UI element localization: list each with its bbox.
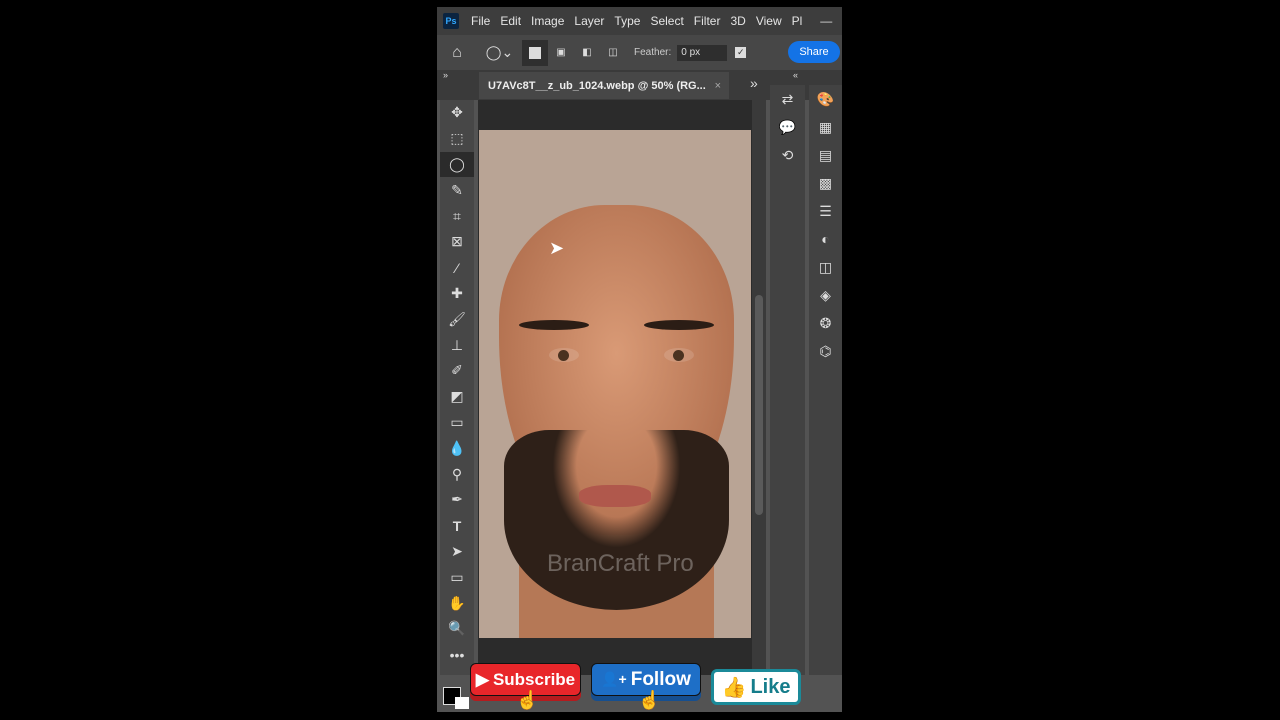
zoom-tool-icon[interactable]: 🔍 xyxy=(440,616,474,642)
blur-tool-icon[interactable]: 💧 xyxy=(440,435,474,461)
paths-icon[interactable]: ⌬ xyxy=(809,337,842,365)
menu-layer[interactable]: Layer xyxy=(574,14,604,28)
menu-bar: Ps File Edit Image Layer Type Select Fil… xyxy=(437,7,842,35)
photoshop-window: Ps File Edit Image Layer Type Select Fil… xyxy=(437,7,842,712)
menu-filter[interactable]: Filter xyxy=(694,14,721,28)
feather-input[interactable]: 0 px xyxy=(677,44,728,61)
thumbs-up-icon: 👍 xyxy=(721,676,747,699)
panel-dock-left: ⇄ 💬 ⟲ xyxy=(770,85,805,675)
menu-3d[interactable]: 3D xyxy=(730,14,745,28)
menu-select[interactable]: Select xyxy=(650,14,683,28)
adjust-icon[interactable]: ⇄ xyxy=(770,85,805,113)
crop-tool-icon[interactable]: ⌗ xyxy=(440,203,474,229)
close-tab-icon[interactable]: × xyxy=(715,80,721,92)
subtract-selection-icon[interactable]: ◧ xyxy=(574,47,600,58)
left-eye xyxy=(549,348,579,362)
anti-alias-checkbox[interactable]: ✓ xyxy=(735,47,747,58)
background-color-swatch[interactable] xyxy=(455,697,469,709)
canvas-area[interactable]: BranCraft Pro ➤ xyxy=(478,100,766,675)
healing-tool-icon[interactable]: ✚ xyxy=(440,281,474,307)
comments-icon[interactable]: 💬 xyxy=(770,113,805,141)
menu-file[interactable]: File xyxy=(471,14,490,28)
menu-image[interactable]: Image xyxy=(531,14,564,28)
menu-edit[interactable]: Edit xyxy=(500,14,521,28)
dodge-tool-icon[interactable]: ⚲ xyxy=(440,461,474,487)
more-tabs-icon[interactable]: » xyxy=(750,75,758,91)
brush-tool-icon[interactable]: 🖌 xyxy=(440,306,474,332)
add-user-icon: 👤+ xyxy=(601,671,627,687)
lips xyxy=(579,485,651,507)
move-tool-icon[interactable]: ✥ xyxy=(440,100,474,126)
home-icon[interactable]: ⌂ xyxy=(437,44,477,62)
youtube-icon: ▶ xyxy=(475,669,489,689)
stamp-tool-icon[interactable]: ⊥ xyxy=(440,332,474,358)
watermark: BranCraft Pro xyxy=(547,550,694,577)
menu-view[interactable]: View xyxy=(756,14,782,28)
menu-type[interactable]: Type xyxy=(614,14,640,28)
gradients-icon[interactable]: ▤ xyxy=(809,141,842,169)
libraries-icon[interactable]: ◫ xyxy=(809,253,842,281)
beard xyxy=(504,430,729,610)
options-bar: ⌂ ◯⌄ ▣ ◧ ◫ Feather: 0 px ✓ Share xyxy=(437,35,842,70)
like-label: Like xyxy=(750,675,791,698)
pen-tool-icon[interactable]: ✒ xyxy=(440,487,474,513)
hand-tool-icon[interactable]: ✋ xyxy=(440,590,474,616)
history-icon[interactable]: ⟲ xyxy=(770,141,805,169)
add-selection-icon[interactable]: ▣ xyxy=(548,47,574,58)
document-tab[interactable]: U7AVc8T__z_ub_1024.webp @ 50% (RG... × xyxy=(479,72,729,99)
mouse-cursor-icon: ➤ xyxy=(549,238,565,258)
minimize-icon[interactable]: — xyxy=(820,14,832,28)
feather-label: Feather: xyxy=(634,47,672,58)
patterns-icon[interactable]: ▩ xyxy=(809,169,842,197)
menu-plugins[interactable]: Pl xyxy=(792,14,803,28)
gradient-tool-icon[interactable]: ▭ xyxy=(440,410,474,436)
hand-cursor-icon: ☝ xyxy=(516,690,539,710)
document-image[interactable]: BranCraft Pro ➤ xyxy=(479,130,751,638)
panel-dock-right: 🎨 ▦ ▤ ▩ ☰ ◐ ◫ ◈ ❂ ⌬ xyxy=(809,85,842,675)
path-select-tool-icon[interactable]: ➤ xyxy=(440,539,474,565)
subscribe-label: Subscribe xyxy=(492,669,576,689)
adjustments-icon[interactable]: ◐ xyxy=(809,225,842,253)
type-tool-icon[interactable]: T xyxy=(440,513,474,539)
layers-icon[interactable]: ◈ xyxy=(809,281,842,309)
properties-icon[interactable]: ☰ xyxy=(809,197,842,225)
new-selection-icon[interactable] xyxy=(522,39,548,66)
collapse-panels-icon[interactable]: « xyxy=(793,70,798,80)
document-title: U7AVc8T__z_ub_1024.webp @ 50% (RG... xyxy=(488,79,706,92)
color-icon[interactable]: 🎨 xyxy=(809,85,842,113)
share-button[interactable]: Share xyxy=(788,41,840,63)
left-brow xyxy=(519,320,589,330)
right-eye xyxy=(664,348,694,362)
intersect-selection-icon[interactable]: ◫ xyxy=(600,47,626,58)
frame-tool-icon[interactable]: ⊠ xyxy=(440,229,474,255)
follow-label: Follow xyxy=(630,668,691,690)
swatches-icon[interactable]: ▦ xyxy=(809,113,842,141)
right-brow xyxy=(644,320,714,330)
lasso-tool-icon[interactable]: ◯ xyxy=(440,151,474,178)
history-brush-tool-icon[interactable]: ✐ xyxy=(440,358,474,384)
photoshop-logo: Ps xyxy=(443,13,459,29)
tools-panel: ✥ ⬚ ◯ ✎ ⌗ ⊠ ⁄ ✚ 🖌 ⊥ ✐ ◩ ▭ 💧 ⚲ ✒ T ➤ ▭ ✋ … xyxy=(440,100,474,675)
eraser-tool-icon[interactable]: ◩ xyxy=(440,384,474,410)
rectangle-tool-icon[interactable]: ▭ xyxy=(440,564,474,590)
quick-select-tool-icon[interactable]: ✎ xyxy=(440,177,474,203)
more-tools-icon[interactable]: ••• xyxy=(440,642,474,668)
marquee-tool-icon[interactable]: ⬚ xyxy=(440,126,474,152)
scroll-thumb[interactable] xyxy=(755,295,763,515)
hand-cursor-icon: ☝ xyxy=(638,690,661,710)
expand-toolbar-icon[interactable]: » xyxy=(443,70,448,80)
channels-icon[interactable]: ❂ xyxy=(809,309,842,337)
like-button[interactable]: 👍 Like xyxy=(711,669,801,705)
eyedropper-tool-icon[interactable]: ⁄ xyxy=(440,255,474,281)
vertical-scrollbar[interactable] xyxy=(752,100,766,675)
lasso-preset-icon[interactable]: ◯⌄ xyxy=(477,44,522,61)
